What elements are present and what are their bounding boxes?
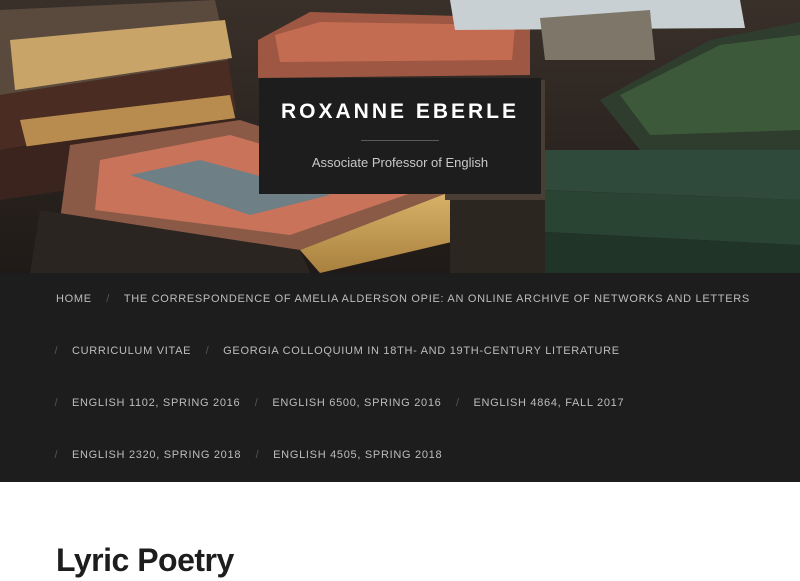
- nav-separator: /: [255, 449, 259, 461]
- nav-item-opie-correspondence[interactable]: THE CORRESPONDENCE OF AMELIA ALDERSON OP…: [124, 293, 750, 305]
- nav-separator: /: [54, 449, 58, 461]
- nav-item-home[interactable]: HOME: [56, 293, 92, 305]
- site-title-link[interactable]: ROXANNE EBERLE: [259, 100, 541, 124]
- nav-separator: /: [106, 293, 110, 305]
- nav-separator: /: [254, 397, 258, 409]
- page-title: Lyric Poetry: [56, 542, 234, 578]
- nav-row: / ENGLISH 1102, SPRING 2016 / ENGLISH 65…: [40, 393, 624, 413]
- nav-item-english-6500[interactable]: ENGLISH 6500, SPRING 2016: [272, 397, 441, 409]
- header-banner: ROXANNE EBERLE Associate Professor of En…: [0, 0, 800, 273]
- nav-separator: /: [54, 345, 58, 357]
- nav-item-english-2320[interactable]: ENGLISH 2320, SPRING 2018: [72, 449, 241, 461]
- main-navigation: HOME / THE CORRESPONDENCE OF AMELIA ALDE…: [0, 273, 800, 482]
- nav-item-english-1102[interactable]: ENGLISH 1102, SPRING 2016: [72, 397, 240, 409]
- nav-separator: /: [205, 345, 209, 357]
- nav-item-english-4505[interactable]: ENGLISH 4505, SPRING 2018: [273, 449, 442, 461]
- nav-row: / CURRICULUM VITAE / GEORGIA COLLOQUIUM …: [40, 341, 620, 361]
- nav-separator: /: [455, 397, 459, 409]
- nav-separator: /: [54, 397, 58, 409]
- nav-item-curriculum-vitae[interactable]: CURRICULUM VITAE: [72, 345, 191, 357]
- main-content: Lyric Poetry: [0, 482, 800, 581]
- nav-item-english-4864[interactable]: ENGLISH 4864, FALL 2017: [473, 397, 624, 409]
- nav-row: / ENGLISH 2320, SPRING 2018 / ENGLISH 45…: [40, 445, 442, 465]
- title-divider: [361, 140, 439, 141]
- nav-row: HOME / THE CORRESPONDENCE OF AMELIA ALDE…: [0, 289, 750, 309]
- site-tagline: Associate Professor of English: [311, 155, 489, 170]
- nav-item-georgia-colloquium[interactable]: GEORGIA COLLOQUIUM IN 18TH- AND 19TH-CEN…: [223, 345, 620, 357]
- site-branding: ROXANNE EBERLE Associate Professor of En…: [259, 78, 541, 194]
